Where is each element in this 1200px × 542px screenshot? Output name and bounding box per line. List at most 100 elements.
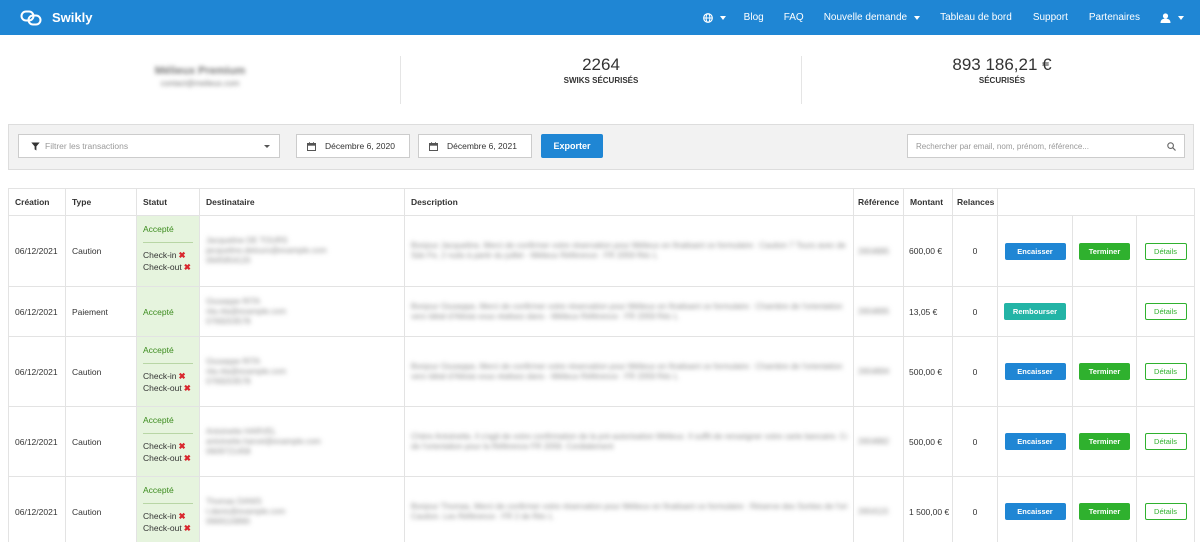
cell-amount: 500,00 € xyxy=(903,406,953,477)
date-to-value: Décembre 6, 2021 xyxy=(447,141,517,151)
cell-recipient: Giuseppe RITA rita.rita@example.com 0769… xyxy=(199,286,405,337)
details-button[interactable]: Détails xyxy=(1144,303,1187,320)
filter-icon xyxy=(31,142,40,150)
description-line: Chère Antoinette, Il s'agit de votre con… xyxy=(411,431,847,441)
checkout-label: Check-out xyxy=(143,262,182,272)
cell-recipient: Thomas DANIS t.danis@example.com 0669116… xyxy=(199,476,405,542)
cell-action-details: Détails xyxy=(1135,406,1196,477)
details-button[interactable]: Détails xyxy=(1144,363,1187,380)
cell-recipient: Jacqueline DE TOURS jacqueline.detours@e… xyxy=(199,215,405,287)
nav-dashboard[interactable]: Tableau de bord xyxy=(940,12,1012,23)
col-header-description[interactable]: Description xyxy=(404,188,854,216)
description-line: de l'orientation pour la Référence FR 20… xyxy=(411,441,614,451)
language-selector[interactable] xyxy=(702,12,726,23)
refund-button[interactable]: Rembourser xyxy=(1004,303,1066,320)
nav-blog[interactable]: Blog xyxy=(744,12,764,23)
cash-button[interactable]: Encaisser xyxy=(1004,503,1066,520)
cell-created: 06/12/2021 xyxy=(8,476,66,542)
chevron-down-icon xyxy=(719,15,726,20)
cell-status: Accepté xyxy=(136,286,200,337)
recipient-name: Giuseppe RITA xyxy=(206,356,261,366)
transaction-filter-select[interactable]: Filtrer les transactions xyxy=(18,134,280,158)
cell-action-secondary xyxy=(1072,286,1137,337)
cash-button[interactable]: Encaisser xyxy=(1004,242,1066,260)
cell-reminders: 0 xyxy=(952,336,998,407)
nav-partners[interactable]: Partenaires xyxy=(1089,12,1140,23)
calendar-icon xyxy=(307,141,316,151)
date-from-input[interactable]: Décembre 6, 2020 xyxy=(296,134,410,158)
account-email: contact@melieux.com xyxy=(160,79,240,88)
checkout-status: Check-out ✖ xyxy=(137,522,199,534)
finish-button[interactable]: Terminer xyxy=(1079,363,1130,380)
checkin-label: Check-in xyxy=(143,441,177,451)
col-header-reference[interactable]: Référence xyxy=(853,188,904,216)
checkout-label: Check-out xyxy=(143,523,182,533)
description-line: vers Idéal d'Alésia vous réalisez dans -… xyxy=(411,371,679,381)
checkout-status: Check-out ✖ xyxy=(137,452,199,464)
description-line: vers Idéal d'Alésia vous réalisez dans -… xyxy=(411,311,679,321)
checkout-label: Check-out xyxy=(143,453,182,463)
col-header-recipient[interactable]: Destinataire xyxy=(199,188,405,216)
table-row: 06/12/2021 Caution Accepté Check-in ✖ Che… xyxy=(8,406,1196,477)
search-input[interactable]: Rechercher par email, nom, prénom, référ… xyxy=(907,134,1185,158)
col-header-status[interactable]: Statut xyxy=(136,188,200,216)
col-header-amount[interactable]: Montant xyxy=(903,188,953,216)
col-header-creation[interactable]: Création xyxy=(8,188,66,216)
navbar: Swikly Blog FAQ Nouvelle demande Tableau… xyxy=(0,0,1200,35)
description-line: Bonjour Giuseppe, Merci de confirmer vot… xyxy=(411,361,843,371)
nav-support[interactable]: Support xyxy=(1033,12,1068,23)
transactions-table: Création Type Statut Destinataire Descri… xyxy=(8,188,1196,542)
recipient-name: Thomas DANIS xyxy=(206,496,262,506)
recipient-email: rita.rita@example.com xyxy=(206,306,287,316)
cell-type: Caution xyxy=(65,336,137,407)
export-button[interactable]: Exporter xyxy=(541,134,603,158)
checkin-label: Check-in xyxy=(143,511,177,521)
details-button[interactable]: Détails xyxy=(1144,242,1187,260)
cell-reminders: 0 xyxy=(952,476,998,542)
details-button[interactable]: Détails xyxy=(1144,433,1187,450)
description-line: Caution. Les Référence : FR 2 de Réc L xyxy=(411,511,554,521)
recipient-name: Antoinette HARVEL xyxy=(206,426,277,436)
nav-new-request-label: Nouvelle demande xyxy=(823,12,908,23)
cell-action-secondary: Terminer xyxy=(1072,215,1137,287)
col-header-type[interactable]: Type xyxy=(65,188,137,216)
amount-stat: 893 186,21 € SÉCURISÉS xyxy=(802,55,1200,105)
cell-created: 06/12/2021 xyxy=(8,336,66,407)
user-menu[interactable] xyxy=(1160,12,1184,23)
finish-button[interactable]: Terminer xyxy=(1079,433,1130,450)
swikly-logo-icon xyxy=(20,10,42,26)
nav-new-request[interactable]: Nouvelle demande xyxy=(823,12,921,23)
cell-reference: 2654885 xyxy=(853,215,904,287)
description-line: Bonjour Giuseppe, Merci de confirmer vot… xyxy=(411,301,843,311)
cell-reference: 2654894 xyxy=(853,336,904,407)
cell-type: Caution xyxy=(65,406,137,477)
cell-status: Accepté Check-in ✖ Check-out ✖ xyxy=(136,215,200,287)
cash-button[interactable]: Encaisser xyxy=(1004,433,1066,450)
cell-amount: 500,00 € xyxy=(903,336,953,407)
nav-faq[interactable]: FAQ xyxy=(784,12,804,23)
col-header-reminders[interactable]: Relances xyxy=(952,188,998,216)
table-row: 06/12/2021 Paiement Accepté Giuseppe RIT… xyxy=(8,286,1196,337)
cell-amount: 13,05 € xyxy=(903,286,953,337)
divider xyxy=(143,433,193,434)
cash-button[interactable]: Encaisser xyxy=(1004,363,1066,380)
search-placeholder: Rechercher par email, nom, prénom, référ… xyxy=(916,141,1089,151)
cell-action-primary: Encaisser xyxy=(997,336,1073,407)
cell-status: Accepté Check-in ✖ Check-out ✖ xyxy=(136,406,200,477)
divider xyxy=(143,363,193,364)
reference-value: 2654115 xyxy=(858,507,889,516)
reference-value: 2654882 xyxy=(858,437,890,446)
status-accepted: Accepté xyxy=(143,224,174,234)
date-to-input[interactable]: Décembre 6, 2021 xyxy=(418,134,532,158)
status-accepted: Accepté xyxy=(143,415,174,425)
details-button[interactable]: Détails xyxy=(1144,503,1187,520)
table-row: 06/12/2021 Caution Accepté Check-in ✖ Che… xyxy=(8,476,1196,542)
cell-reference: 2654115 xyxy=(853,476,904,542)
brand[interactable]: Swikly xyxy=(20,10,92,26)
recipient-phone: 0609721458 xyxy=(206,446,251,456)
checkout-label: Check-out xyxy=(143,383,182,393)
filter-placeholder: Filtrer les transactions xyxy=(45,141,129,151)
finish-button[interactable]: Terminer xyxy=(1079,503,1130,520)
finish-button[interactable]: Terminer xyxy=(1079,242,1130,260)
cell-action-details: Détails xyxy=(1135,215,1196,287)
